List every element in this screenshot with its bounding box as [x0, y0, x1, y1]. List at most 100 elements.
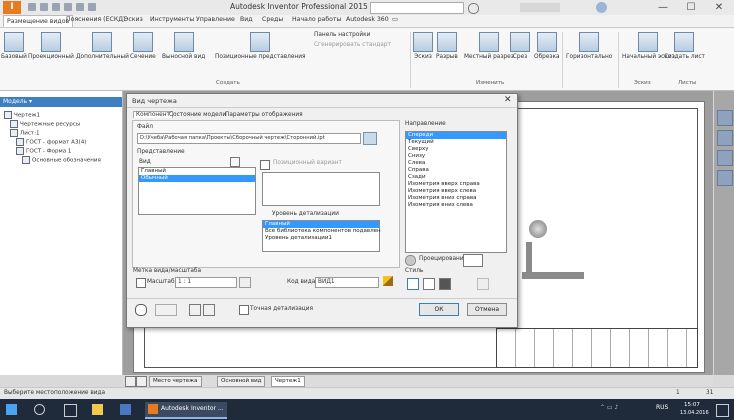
new-sheet-button[interactable]: Создать лист: [664, 32, 705, 60]
break-out-button[interactable]: Местный разрез: [464, 32, 514, 60]
projection-type-icon[interactable]: [463, 254, 483, 267]
scale-visibility-icon[interactable]: [239, 277, 251, 288]
tab-display-options[interactable]: Параметры отображения: [225, 112, 303, 118]
tree-item-title-block[interactable]: ГОСТ - Форма 1: [16, 147, 72, 155]
tab-component[interactable]: Компонент: [133, 111, 173, 118]
detail-level-list[interactable]: Главный Все библиотека компонентов подав…: [262, 220, 381, 252]
horizontal-button[interactable]: Горизонтально: [566, 32, 612, 60]
projected-view-button[interactable]: Проекционный: [28, 32, 74, 60]
ok-button[interactable]: ОК: [419, 303, 459, 316]
app-icon[interactable]: I: [3, 1, 21, 14]
clock-time[interactable]: 15:07: [684, 402, 700, 408]
redo-icon[interactable]: [76, 3, 84, 11]
tab-main-view[interactable]: Основной вид: [217, 376, 266, 387]
generate-standard-label[interactable]: Сгенерировать стандарт: [314, 42, 391, 48]
tab-drawing1[interactable]: Чертеж1: [271, 376, 305, 387]
detail-list-item-selected[interactable]: Главный: [263, 221, 379, 228]
tab-view[interactable]: Вид: [240, 16, 253, 23]
shaded-icon[interactable]: [439, 278, 451, 290]
tab-model-state[interactable]: Состояние модели: [169, 112, 226, 118]
view-list[interactable]: Главный Обычный: [138, 167, 256, 215]
search-field[interactable]: [370, 2, 464, 14]
orbit-icon[interactable]: [717, 170, 733, 186]
view-id-input[interactable]: ВИД1: [315, 277, 379, 288]
position-list[interactable]: [262, 172, 380, 206]
close-button[interactable]: ✕: [704, 0, 734, 15]
tray-icons[interactable]: ⌃ ▭ ♪: [600, 404, 618, 411]
orientation-item-selected[interactable]: Спереди: [406, 132, 506, 139]
panel-settings-label[interactable]: Панель настройки: [314, 32, 370, 38]
browse-file-icon[interactable]: [363, 132, 377, 145]
help-icon[interactable]: [596, 2, 607, 13]
home-icon[interactable]: [88, 3, 96, 11]
language-indicator[interactable]: RUS: [656, 404, 668, 411]
scale-toggle-icon[interactable]: [136, 278, 146, 288]
tab-annotate[interactable]: Пояснения (ЕСКД): [66, 16, 125, 23]
orientation-item[interactable]: Снизу: [406, 153, 506, 160]
section-view-button[interactable]: Сечение: [130, 32, 156, 60]
expand-button[interactable]: [155, 304, 177, 316]
orientation-item[interactable]: Текущий: [406, 139, 506, 146]
inventor-taskbar-button[interactable]: Autodesk Inventor ...: [145, 402, 227, 419]
notifications-icon[interactable]: [716, 404, 729, 417]
view-list-item[interactable]: Главный: [139, 168, 255, 175]
style-from-base-icon[interactable]: [477, 278, 489, 290]
zoom-icon[interactable]: [717, 150, 733, 166]
view-list-item-selected[interactable]: Обычный: [139, 175, 255, 182]
camera-icon[interactable]: [405, 255, 416, 266]
tab-drawing-place[interactable]: Место чертежа: [149, 376, 202, 387]
maximize-button[interactable]: ☐: [676, 0, 706, 15]
orientation-item[interactable]: Изометрия вверх слева: [406, 188, 506, 195]
tree-item-resources[interactable]: Чертежные ресурсы: [10, 120, 80, 128]
orientation-item[interactable]: Изометрия вверх справа: [406, 181, 506, 188]
clock-date[interactable]: 13.04.2016: [680, 410, 709, 416]
tree-item-sheet[interactable]: Лист:1: [10, 129, 40, 137]
position-checkbox[interactable]: [260, 160, 270, 170]
store-icon[interactable]: [120, 404, 131, 415]
tab-sketch[interactable]: Эскиз: [124, 16, 143, 23]
minimize-button[interactable]: —: [648, 0, 678, 15]
sign-in-area[interactable]: [520, 3, 560, 12]
orientation-item[interactable]: Слева: [406, 160, 506, 167]
detail-list-item[interactable]: Уровень детализации1: [263, 235, 379, 242]
tree-item-border[interactable]: ГОСТ - формат А3(4): [16, 138, 86, 146]
orientation-list[interactable]: Спереди Текущий Сверху Снизу Слева Справ…: [405, 131, 507, 253]
view-options-icon[interactable]: [230, 157, 240, 167]
orientation-item[interactable]: Изометрия вниз слева: [406, 202, 506, 209]
sketch-button[interactable]: Эскиз: [413, 32, 433, 60]
tree-item-drawing[interactable]: Чертеж1: [4, 111, 40, 119]
tile-icon[interactable]: [125, 376, 136, 387]
detail-view-button[interactable]: Выносной вид: [162, 32, 205, 60]
open-icon[interactable]: [40, 3, 48, 11]
orientation-item[interactable]: Сзади: [406, 174, 506, 181]
search-taskbar-icon[interactable]: [34, 404, 45, 415]
explorer-icon[interactable]: [92, 404, 103, 415]
orientation-item[interactable]: Изометрия вниз справа: [406, 195, 506, 202]
task-view-icon[interactable]: [64, 404, 77, 417]
detail-list-item[interactable]: Все библиотека компонентов подавлен: [263, 228, 381, 235]
save-icon[interactable]: [52, 3, 60, 11]
dialog-close-button[interactable]: ✕: [504, 95, 512, 105]
tab-tools[interactable]: Инструменты: [150, 16, 194, 23]
undo-icon[interactable]: [64, 3, 72, 11]
new-icon[interactable]: [28, 3, 36, 11]
break-button[interactable]: Разрыв: [436, 32, 458, 60]
file-path-field[interactable]: D:\Учеба\Рабочая папка\Проекты\Сборочный…: [137, 133, 361, 144]
search-icon[interactable]: [468, 3, 479, 14]
auxiliary-view-button[interactable]: Дополнительный: [76, 32, 129, 60]
tree-item-symbols[interactable]: Основные обозначения: [22, 156, 101, 164]
help-button[interactable]: [135, 304, 147, 316]
hidden-line-icon[interactable]: [407, 278, 419, 290]
hidden-line-removed-icon[interactable]: [423, 278, 435, 290]
precise-checkbox[interactable]: [239, 305, 249, 315]
pan-icon[interactable]: [717, 130, 733, 146]
tab-extra[interactable]: ▭: [392, 16, 398, 23]
start-icon[interactable]: [6, 404, 17, 415]
slice-button[interactable]: Срез: [510, 32, 530, 60]
scale-input[interactable]: 1 : 1: [175, 277, 237, 288]
edit-label-icon[interactable]: [383, 276, 393, 286]
orientation-item[interactable]: Справа: [406, 167, 506, 174]
tab-environments[interactable]: Среды: [262, 16, 283, 23]
overlay-view-button[interactable]: Позиционные представления: [215, 32, 305, 60]
tab-place-views[interactable]: Размещение видов: [3, 15, 74, 27]
